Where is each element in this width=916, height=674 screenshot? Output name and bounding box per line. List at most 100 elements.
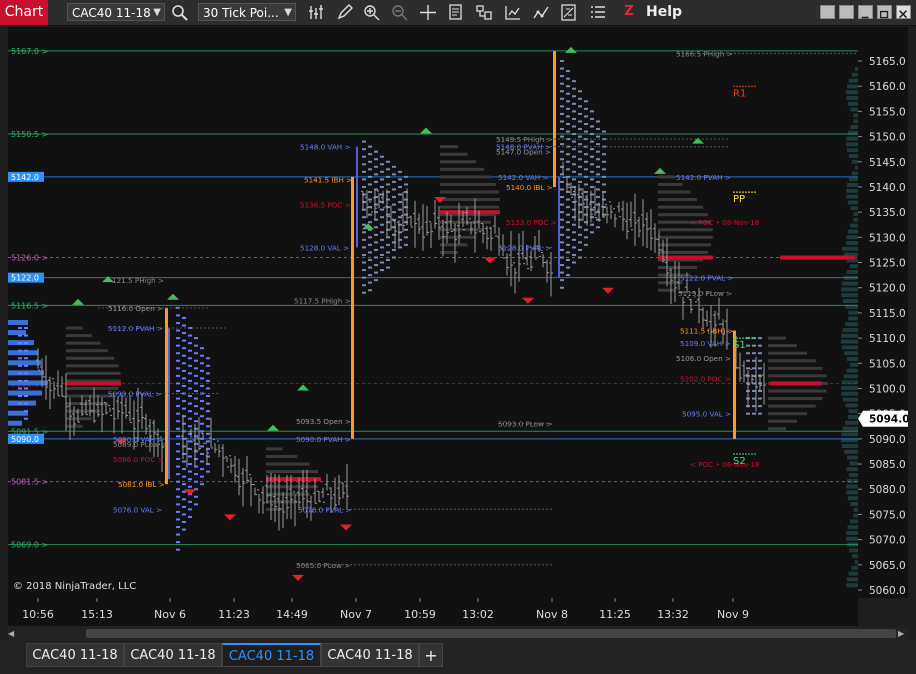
tab-cac40-3[interactable]: CAC40 11-18 xyxy=(222,643,321,667)
price-tick-label: 5065.0 xyxy=(869,560,906,572)
minimize-icon[interactable] xyxy=(820,5,835,19)
tpo-cell xyxy=(206,372,210,375)
chart-panel[interactable]: 5167.0 > 5150.5 > 5142.0 5126.0 > 5122.0 5116… xyxy=(8,27,858,598)
tpo-cell xyxy=(188,357,192,360)
bar-type-selector[interactable]: 30 Tick Poi... ▼ xyxy=(198,3,296,21)
z-order-button[interactable]: Z xyxy=(622,5,636,19)
tpo-cell xyxy=(362,291,366,294)
tpo-cell xyxy=(182,369,186,372)
instrument-value: CAC40 11-18 xyxy=(72,6,151,20)
tpo-cell xyxy=(572,80,576,83)
swing-low-arrow xyxy=(602,287,614,294)
tpo-cell xyxy=(188,402,192,405)
price-tick-label: 5110.0 xyxy=(869,333,906,345)
poc-bar xyxy=(440,210,500,215)
level-annotation: 5081.0 IBL > xyxy=(118,480,165,489)
tpo-cell xyxy=(584,107,588,110)
right-volume-bar xyxy=(846,84,858,89)
pencil-icon[interactable] xyxy=(335,3,355,22)
tpo-cell xyxy=(368,281,372,284)
price-tick-label: 5130.0 xyxy=(869,232,906,244)
restore-icon[interactable] xyxy=(839,5,854,19)
time-tick-label: Nov 6 xyxy=(154,608,186,621)
horizontal-scrollbar[interactable]: ◀ ▶ xyxy=(8,627,908,640)
tab-cac40-4[interactable]: CAC40 11-18 xyxy=(321,643,419,667)
tpo-cell xyxy=(752,389,756,392)
add-tab-button[interactable]: + xyxy=(419,643,443,667)
tpo-cell xyxy=(572,231,576,234)
strategies-icon[interactable] xyxy=(503,3,523,22)
indicators-icon[interactable] xyxy=(531,3,551,22)
templates-icon[interactable] xyxy=(588,3,608,22)
tpo-cell xyxy=(398,201,402,204)
zoom-in-icon[interactable] xyxy=(362,3,382,22)
tpo-cell xyxy=(374,165,378,168)
price-axis[interactable]: 5165.0 5160.0 5155.0 5150.0 5145.0 5140.0 5135… xyxy=(858,27,910,598)
maximize-icon[interactable] xyxy=(877,5,892,19)
properties-icon[interactable] xyxy=(474,3,494,22)
tpo-cell xyxy=(578,120,582,123)
minimize-window-icon[interactable] xyxy=(858,5,873,19)
tpo-cell xyxy=(752,359,756,362)
close-icon[interactable] xyxy=(896,5,911,19)
data-box-icon[interactable] xyxy=(446,3,466,22)
level-tag: 5069.0 > xyxy=(11,541,48,550)
tpo-cell xyxy=(572,178,576,181)
tpo-cell xyxy=(596,150,600,153)
tpo-cell xyxy=(758,359,762,362)
tpo-cell xyxy=(200,460,204,463)
tpo-cell xyxy=(194,374,198,377)
volume-profile-bar xyxy=(8,319,28,325)
volume-profile-bar xyxy=(768,389,827,393)
volume-profile-bar xyxy=(440,167,485,171)
volume-profile-bar xyxy=(658,175,675,179)
volume-profile-bar xyxy=(658,228,713,232)
time-tick-label: 10:59 xyxy=(404,608,436,621)
scroll-right-icon[interactable]: ▶ xyxy=(898,629,908,638)
tpo-cell xyxy=(566,243,570,246)
price-tick-label: 5165.0 xyxy=(869,56,906,68)
instrument-selector[interactable]: CAC40 11-18 ▼ xyxy=(67,3,165,21)
right-volume-bar xyxy=(848,316,858,321)
volume-profile-bar xyxy=(768,359,816,363)
tab-cac40-1[interactable]: CAC40 11-18 xyxy=(26,643,124,667)
price-tick-label: 5080.0 xyxy=(869,484,906,496)
price-axis-labels: 5165.0 5160.0 5155.0 5150.0 5145.0 5140.0 5135… xyxy=(858,56,910,597)
right-volume-bar xyxy=(850,519,858,524)
tpo-cell xyxy=(362,276,366,279)
tpo-cell xyxy=(188,470,192,473)
level-annotation: 5076.0 VAL > xyxy=(113,505,162,514)
tpo-cell xyxy=(566,266,570,269)
tpo-cell xyxy=(578,241,582,244)
tab-cac40-2[interactable]: CAC40 11-18 xyxy=(124,643,222,667)
right-volume-bar xyxy=(846,531,858,535)
tpo-cell xyxy=(18,402,22,405)
tpo-cell xyxy=(596,135,600,138)
tpo-cell xyxy=(560,97,564,100)
time-axis[interactable]: 10:56 15:13 Nov 6 11:23 14:49 Nov 7 10:59 13:02… xyxy=(8,598,858,626)
tpo-cell xyxy=(560,211,564,214)
tpo-cell xyxy=(368,243,372,246)
help-button[interactable]: Help xyxy=(646,0,682,25)
volume-profile-bar xyxy=(66,364,119,368)
scroll-left-icon[interactable]: ◀ xyxy=(8,629,18,638)
right-volume-bar xyxy=(847,229,858,234)
tpo-cell xyxy=(374,256,378,259)
zoom-out-icon[interactable] xyxy=(390,3,410,22)
search-icon[interactable] xyxy=(170,3,190,22)
tpo-cell xyxy=(24,379,28,382)
tpo-cell xyxy=(176,435,180,438)
tpo-cell xyxy=(368,175,372,178)
tpo-cell xyxy=(362,148,366,151)
volume-profile-bar xyxy=(658,288,675,292)
bar-settings-icon[interactable] xyxy=(307,3,327,22)
crosshair-icon[interactable] xyxy=(418,3,438,22)
tpo-cell xyxy=(200,483,204,486)
tpo-cell xyxy=(368,236,372,239)
chart-window-label[interactable]: Chart xyxy=(0,0,48,25)
level-annotation: 5093.0 PLow > xyxy=(498,420,552,429)
scrollbar-thumb[interactable] xyxy=(86,629,896,638)
drawing-tools-icon[interactable] xyxy=(559,3,579,22)
poc-bar xyxy=(770,381,822,386)
tpo-cell xyxy=(584,160,588,163)
